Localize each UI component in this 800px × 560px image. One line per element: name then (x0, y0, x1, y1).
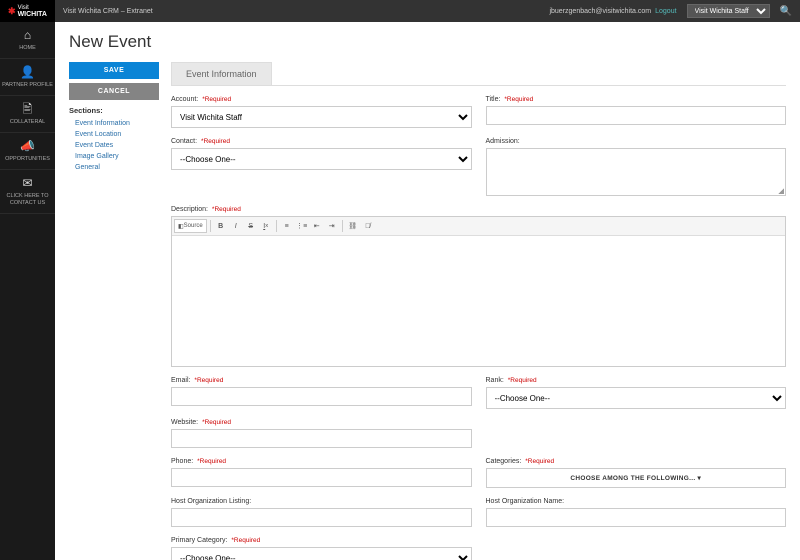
primary-category-select[interactable]: --Choose One-- (171, 547, 472, 560)
label-categories: Categories: (486, 458, 522, 465)
rank-select[interactable]: --Choose One-- (486, 387, 787, 409)
nav-contact-us[interactable]: ✉ CLICK HERE TO CONTACT US (0, 170, 55, 214)
label-host-listing: Host Organization Listing: (171, 498, 251, 505)
required-marker: *Required (202, 419, 231, 426)
description-textarea[interactable] (172, 236, 785, 366)
document-icon: 🖹 (23, 102, 33, 116)
email-input[interactable] (171, 387, 472, 406)
bold-icon[interactable]: B (214, 219, 228, 233)
nav-collateral[interactable]: 🖹 COLLATERAL (0, 96, 55, 133)
label-contact: Contact: (171, 138, 197, 145)
outdent-icon[interactable]: ⇤ (310, 219, 324, 233)
cancel-button[interactable]: CANCEL (69, 83, 159, 100)
required-marker: *Required (194, 377, 223, 384)
sections-heading: Sections: (69, 106, 159, 115)
description-editor: ◧ Source B I S Ix ≡ ⋮≡ (171, 216, 786, 367)
required-marker: *Required (197, 458, 226, 465)
top-bar: Visit Wichita CRM – Extranet jbuerzgenba… (55, 0, 800, 22)
brand-text: VisitWICHITA (18, 4, 47, 18)
user-email: jbuerzgenbach@visitwichita.com (549, 8, 651, 15)
title-input[interactable] (486, 106, 787, 125)
bullhorn-icon: 📣 (20, 139, 35, 153)
nav-label: HOME (19, 45, 36, 52)
host-name-input[interactable] (486, 508, 787, 527)
label-rank: Rank: (486, 377, 504, 384)
required-marker: *Required (504, 96, 533, 103)
label-website: Website: (171, 419, 198, 426)
italic-icon[interactable]: I (229, 219, 243, 233)
nav-opportunities[interactable]: 📣 OPPORTUNITIES (0, 133, 55, 170)
nav-home[interactable]: ⌂ HOME (0, 22, 55, 59)
required-marker: *Required (202, 96, 231, 103)
numbered-list-icon[interactable]: ≡ (280, 219, 294, 233)
search-icon[interactable]: 🔍 (780, 6, 792, 17)
unlink-icon[interactable]: ⛓̸ (361, 219, 375, 233)
clear-format-icon[interactable]: Ix (259, 219, 273, 233)
label-account: Account: (171, 96, 198, 103)
required-marker: *Required (525, 458, 554, 465)
phone-input[interactable] (171, 468, 472, 487)
host-listing-input[interactable] (171, 508, 472, 527)
home-icon: ⌂ (24, 28, 31, 42)
strike-icon[interactable]: S (244, 219, 258, 233)
required-marker: *Required (231, 537, 260, 544)
page-title: New Event (69, 32, 786, 52)
required-marker: *Required (212, 206, 241, 213)
required-marker: *Required (201, 138, 230, 145)
account-select[interactable]: Visit Wichita Staff (171, 106, 472, 128)
label-email: Email: (171, 377, 190, 384)
required-marker: *Required (508, 377, 537, 384)
label-primary-category: Primary Category: (171, 537, 227, 544)
tab-event-information[interactable]: Event Information (171, 62, 272, 85)
nav-label: CLICK HERE TO CONTACT US (2, 193, 53, 206)
nav-label: PARTNER PROFILE (2, 82, 53, 89)
section-link-event-location[interactable]: Event Location (69, 129, 159, 140)
bullet-list-icon[interactable]: ⋮≡ (295, 219, 309, 233)
nav-label: OPPORTUNITIES (5, 156, 50, 163)
section-link-general[interactable]: General (69, 162, 159, 173)
app-title: Visit Wichita CRM – Extranet (63, 8, 153, 15)
section-link-event-information[interactable]: Event Information (69, 118, 159, 129)
indent-icon[interactable]: ⇥ (325, 219, 339, 233)
brand-icon: ✱ (8, 6, 16, 17)
categories-choose-button[interactable]: CHOOSE AMONG THE FOLLOWING... ▾ (486, 468, 787, 488)
envelope-icon: ✉ (22, 176, 32, 190)
section-link-event-dates[interactable]: Event Dates (69, 140, 159, 151)
nav-label: COLLATERAL (10, 119, 45, 126)
label-description: Description: (171, 206, 208, 213)
user-icon: 👤 (20, 65, 35, 79)
brand-logo: ✱ VisitWICHITA (0, 0, 55, 22)
editor-toolbar: ◧ Source B I S Ix ≡ ⋮≡ (172, 217, 785, 236)
editor-source-button[interactable]: ◧ Source (174, 219, 207, 233)
left-sidebar: ✱ VisitWICHITA ⌂ HOME 👤 PARTNER PROFILE … (0, 0, 55, 560)
logout-link[interactable]: Logout (655, 8, 676, 15)
section-link-image-gallery[interactable]: Image Gallery (69, 151, 159, 162)
nav-partner-profile[interactable]: 👤 PARTNER PROFILE (0, 59, 55, 96)
label-host-name: Host Organization Name: (486, 498, 565, 505)
label-phone: Phone: (171, 458, 193, 465)
save-button[interactable]: SAVE (69, 62, 159, 79)
admission-textarea[interactable] (486, 148, 787, 196)
link-icon[interactable]: ⛓ (346, 219, 360, 233)
label-title: Title: (486, 96, 501, 103)
website-input[interactable] (171, 429, 472, 448)
role-select[interactable]: Visit Wichita Staff (687, 4, 770, 18)
label-admission: Admission: (486, 138, 520, 145)
contact-select[interactable]: --Choose One-- (171, 148, 472, 170)
